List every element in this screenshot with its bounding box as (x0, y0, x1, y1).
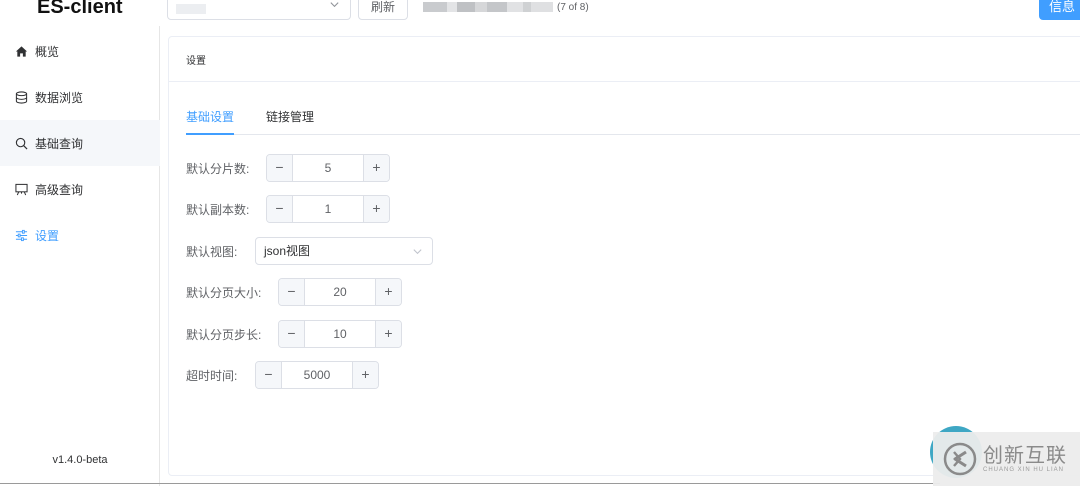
top-bar: ES-client 刷新 (7 of 8) 信息 (0, 0, 1080, 24)
form-row-page-size: 默认分页大小: (186, 278, 261, 306)
sliders-icon (14, 228, 28, 242)
active-tab-indicator (186, 133, 234, 135)
timeout-increment-button[interactable]: + (352, 362, 378, 388)
form-row-view: 默认视图: (186, 237, 237, 265)
tab-basic-settings[interactable]: 基础设置 (186, 109, 234, 135)
sidebar: 概览 数据浏览 基础查询 高级查询 设置 v1.4.0-beta (0, 26, 160, 486)
tab-connection-management[interactable]: 链接管理 (266, 109, 314, 135)
chevron-down-icon (412, 238, 423, 264)
sidebar-item-overview[interactable]: 概览 (0, 28, 160, 74)
view-select[interactable]: json视图 (255, 237, 433, 265)
watermark-text: 创新互联 CHUANG XIN HU LIAN (983, 444, 1067, 474)
view-label: 默认视图: (186, 244, 238, 259)
card-title: 设置 (186, 55, 206, 67)
sidebar-item-label: 数据浏览 (35, 90, 84, 105)
page-size-label: 默认分页大小: (186, 285, 262, 300)
shards-value[interactable]: 5 (293, 155, 363, 181)
watermark-logo-icon (943, 442, 977, 476)
info-button[interactable]: 信息 (1039, 0, 1080, 20)
watermark-title: 创新互联 (983, 443, 1067, 467)
timeout-stepper[interactable]: − 5000 + (255, 361, 379, 389)
replicas-value[interactable]: 1 (293, 196, 363, 222)
view-select-value: json视图 (264, 244, 311, 258)
app-title: ES-client (37, 0, 123, 18)
refresh-button[interactable]: 刷新 (358, 0, 408, 20)
page-step-label: 默认分页步长: (186, 327, 262, 342)
connection-select[interactable] (167, 0, 351, 20)
bottom-divider (0, 483, 940, 484)
sidebar-item-settings[interactable]: 设置 (0, 212, 160, 258)
sidebar-item-basic-query[interactable]: 基础查询 (0, 120, 160, 166)
watermark-subtitle: CHUANG XIN HU LIAN (983, 467, 1065, 473)
page-size-increment-button[interactable]: + (375, 279, 401, 305)
timeout-label: 超时时间: (186, 368, 238, 383)
timeout-value[interactable]: 5000 (282, 362, 352, 388)
shards-label: 默认分片数: (186, 161, 250, 176)
sidebar-item-label: 基础查询 (35, 136, 84, 151)
sidebar-item-label: 概览 (35, 44, 60, 59)
page-size-stepper[interactable]: − 20 + (278, 278, 402, 306)
page-step-value[interactable]: 10 (305, 321, 375, 347)
sidebar-item-data-browse[interactable]: 数据浏览 (0, 74, 160, 120)
shards-decrement-button[interactable]: − (267, 155, 293, 181)
page-step-increment-button[interactable]: + (375, 321, 401, 347)
card-header: 设置 (169, 37, 1080, 82)
page-step-decrement-button[interactable]: − (279, 321, 305, 347)
settings-tabs: 基础设置 链接管理 (186, 109, 1080, 135)
cluster-name-redacted (423, 2, 553, 12)
shards-stepper[interactable]: − 5 + (266, 154, 390, 182)
cluster-count: (7 of 8) (557, 1, 589, 13)
sidebar-item-label: 设置 (35, 228, 60, 243)
sidebar-item-label: 高级查询 (35, 182, 84, 197)
replicas-increment-button[interactable]: + (363, 196, 389, 222)
form-row-timeout: 超时时间: (186, 361, 237, 389)
replicas-decrement-button[interactable]: − (267, 196, 293, 222)
cluster-info: (7 of 8) (423, 1, 589, 13)
form-row-page-step: 默认分页步长: (186, 320, 261, 348)
form-row-shards: 默认分片数: (186, 154, 249, 182)
shards-increment-button[interactable]: + (363, 155, 389, 181)
page-step-stepper[interactable]: − 10 + (278, 320, 402, 348)
app-version: v1.4.0-beta (52, 454, 108, 466)
search-icon (14, 136, 28, 150)
form-row-replicas: 默认副本数: (186, 195, 249, 223)
replicas-stepper[interactable]: − 1 + (266, 195, 390, 223)
replicas-label: 默认副本数: (186, 202, 250, 217)
home-icon (14, 44, 28, 58)
timeout-decrement-button[interactable]: − (256, 362, 282, 388)
settings-card: 设置 基础设置 链接管理 默认分片数: − 5 + 默认副本数: − 1 + 默… (168, 36, 1080, 476)
database-icon (14, 90, 28, 104)
connection-value-redacted (176, 4, 206, 14)
watermark: 创新互联 CHUANG XIN HU LIAN (933, 432, 1080, 486)
chevron-down-icon (329, 0, 340, 13)
page-size-decrement-button[interactable]: − (279, 279, 305, 305)
page-size-value[interactable]: 20 (305, 279, 375, 305)
board-icon (14, 182, 28, 196)
sidebar-item-advanced-query[interactable]: 高级查询 (0, 166, 160, 212)
